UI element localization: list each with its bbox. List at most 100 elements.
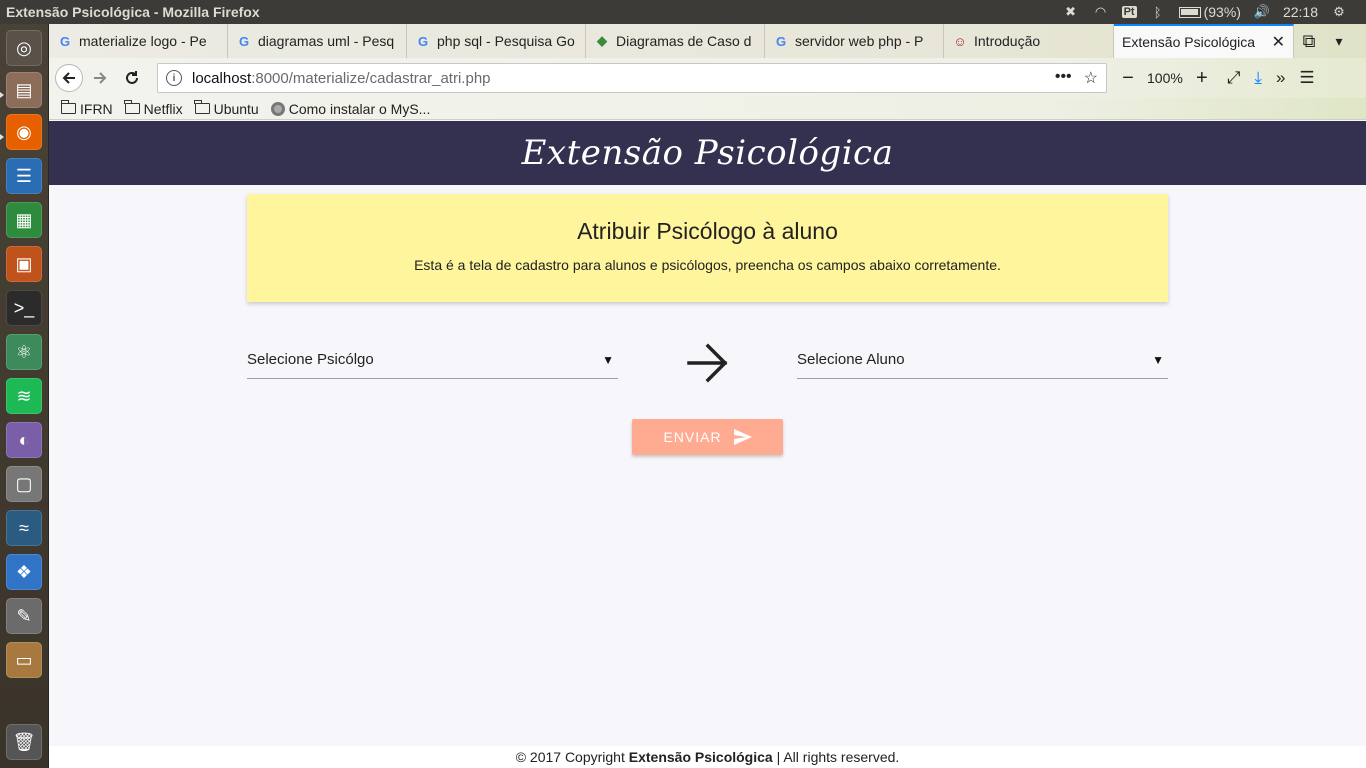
google-favicon-icon: G: [417, 33, 429, 49]
send-button[interactable]: ENVIAR: [632, 419, 783, 455]
tab-label: diagramas uml - Pesq: [258, 33, 395, 49]
close-tab-icon[interactable]: ✕: [1268, 32, 1285, 52]
tab-label: Extensão Psicológica: [1122, 34, 1256, 50]
running-indicator: [0, 134, 4, 140]
forward-button[interactable]: [85, 63, 115, 93]
site-info-icon[interactable]: i: [166, 70, 182, 86]
zoom-out-button[interactable]: −: [1117, 67, 1139, 90]
volume-icon[interactable]: 🔊: [1253, 4, 1271, 20]
bookmarks-toolbar: IFRN Netflix Ubuntu Como instalar o MyS.…: [49, 98, 1366, 120]
dropdown-caret-icon: ▼: [1152, 352, 1164, 367]
browser-tab[interactable]: ◆ Diagramas de Caso d: [586, 24, 765, 58]
reload-button[interactable]: [117, 63, 147, 93]
lucidchart-favicon-icon: ◆: [597, 33, 607, 48]
browser-tab[interactable]: G php sql - Pesquisa Go: [407, 24, 586, 58]
url-bar[interactable]: i localhost:8000/materialize/cadastrar_a…: [157, 63, 1107, 93]
aluno-select-value: Selecione Aluno: [797, 351, 905, 368]
info-banner: Atribuir Psicólogo à aluno Esta é a tela…: [247, 194, 1168, 302]
bookmark-link-mysql[interactable]: Como instalar o MyS...: [270, 100, 431, 117]
browser-tab[interactable]: G materialize logo - Pe: [49, 24, 228, 58]
back-arrow-icon: [62, 72, 75, 84]
new-tab-button[interactable]: ⧉: [1294, 24, 1324, 58]
terminal-icon[interactable]: >_: [6, 290, 42, 326]
bookmark-label: IFRN: [80, 100, 113, 117]
psicologo-select[interactable]: Selecione Psicólgo ▼: [247, 341, 618, 379]
bookmark-label: Ubuntu: [213, 100, 259, 117]
system-indicators: ✖ ◠ Pt ᛒ (93%) 🔊 22:18 ⚙: [1062, 4, 1366, 20]
url-host: localhost: [192, 69, 252, 87]
system-top-panel: Extensão Psicológica - Mozilla Firefox ✖…: [0, 0, 1366, 24]
footer-brand: Extensão Psicológica: [628, 749, 773, 765]
keyboard-layout-indicator[interactable]: Pt: [1121, 6, 1137, 18]
psicologo-select-value: Selecione Psicólgo: [247, 351, 374, 368]
reload-icon: [126, 71, 138, 84]
battery-percentage: (93%): [1203, 4, 1241, 20]
files-icon[interactable]: ▤: [6, 72, 42, 108]
writer-icon[interactable]: ☰: [6, 158, 42, 194]
page-favicon-icon: ☺: [953, 33, 967, 49]
battery-icon: [1178, 6, 1201, 18]
bookmark-label: Como instalar o MyS...: [288, 100, 431, 117]
dropbox-tray-icon[interactable]: ✖: [1062, 4, 1080, 20]
google-favicon-icon: G: [775, 33, 787, 49]
tab-list-chevron-icon[interactable]: ▾: [1324, 24, 1354, 58]
camera-icon[interactable]: ▢: [6, 466, 42, 502]
browser-tab[interactable]: G servidor web php - P: [765, 24, 944, 58]
url-actions: ••• ☆: [1055, 68, 1098, 88]
back-button[interactable]: [55, 64, 83, 92]
hamburger-menu-icon[interactable]: ☰: [1299, 68, 1314, 88]
site-header: Extensão Psicológica: [49, 121, 1366, 185]
page-actions-icon[interactable]: •••: [1055, 68, 1072, 88]
wifi-icon[interactable]: ◠: [1092, 4, 1110, 20]
toolbar-icons: ⤢ ⤓ » ☰: [1227, 68, 1315, 88]
aluno-select[interactable]: Selecione Aluno ▼: [797, 341, 1168, 379]
bookmark-folder-netflix[interactable]: Netflix: [124, 100, 183, 117]
text-editor-icon[interactable]: ✎: [6, 598, 42, 634]
site-brand-logo[interactable]: Extensão Psicológica: [522, 133, 894, 173]
banner-title: Atribuir Psicólogo à aluno: [577, 218, 838, 244]
folder-icon: [124, 100, 140, 114]
web-page: Extensão Psicológica Atribuir Psicólogo …: [49, 121, 1366, 768]
bluetooth-icon[interactable]: ᛒ: [1149, 4, 1167, 20]
zoom-controls: − 100% +: [1117, 67, 1213, 90]
spotify-icon[interactable]: ≋: [6, 378, 42, 414]
send-button-label: ENVIAR: [663, 429, 722, 445]
site-footer: © 2017 Copyright Extensão Psicológica | …: [49, 746, 1366, 768]
archive-icon[interactable]: ▭: [6, 642, 42, 678]
forward-arrow-icon: [94, 72, 107, 84]
mysql-workbench-icon[interactable]: ≈: [6, 510, 42, 546]
calc-icon[interactable]: ▦: [6, 202, 42, 238]
ubuntu-dash-icon[interactable]: ◎: [6, 30, 42, 66]
window-title: Extensão Psicológica - Mozilla Firefox: [6, 4, 260, 20]
atom-icon[interactable]: ⚛: [6, 334, 42, 370]
folder-icon: [194, 100, 210, 114]
bookmark-folder-ubuntu[interactable]: Ubuntu: [194, 100, 259, 117]
tab-label: php sql - Pesquisa Go: [437, 33, 575, 49]
zoom-in-button[interactable]: +: [1191, 67, 1213, 90]
browser-tab-active[interactable]: Extensão Psicológica ✕: [1114, 24, 1294, 58]
browser-tab[interactable]: G diagramas uml - Pesq: [228, 24, 407, 58]
dropbox-icon[interactable]: ❖: [6, 554, 42, 590]
google-favicon-icon: G: [238, 33, 250, 49]
tab-label: Introdução: [974, 33, 1041, 49]
firefox-icon[interactable]: ◉: [6, 114, 42, 150]
battery-indicator[interactable]: (93%): [1178, 4, 1241, 20]
browser-navigation-bar: i localhost:8000/materialize/cadastrar_a…: [49, 58, 1366, 98]
send-icon: [733, 429, 752, 445]
overflow-chevron-icon[interactable]: »: [1276, 68, 1285, 88]
downloads-icon[interactable]: ⤓: [1254, 68, 1262, 88]
url-path: :8000/materialize/cadastrar_atri.php: [251, 69, 491, 87]
banner-text: Esta é a tela de cadastro para alunos e …: [414, 257, 1001, 273]
browser-tab[interactable]: ☺ Introdução: [944, 24, 1114, 58]
trash-icon[interactable]: 🗑: [6, 724, 42, 760]
bookmark-folder-ifrn[interactable]: IFRN: [60, 100, 113, 117]
impress-icon[interactable]: ▣: [6, 246, 42, 282]
tab-label: servidor web php - P: [795, 33, 924, 49]
bookmark-star-icon[interactable]: ☆: [1084, 68, 1098, 88]
fullscreen-icon[interactable]: ⤢: [1227, 68, 1241, 88]
settings-gear-icon[interactable]: ⚙: [1330, 4, 1348, 20]
clock[interactable]: 22:18: [1283, 4, 1318, 20]
dropdown-caret-icon: ▼: [602, 352, 614, 367]
zoom-level[interactable]: 100%: [1147, 70, 1183, 86]
color-icon[interactable]: ◐: [6, 422, 42, 458]
